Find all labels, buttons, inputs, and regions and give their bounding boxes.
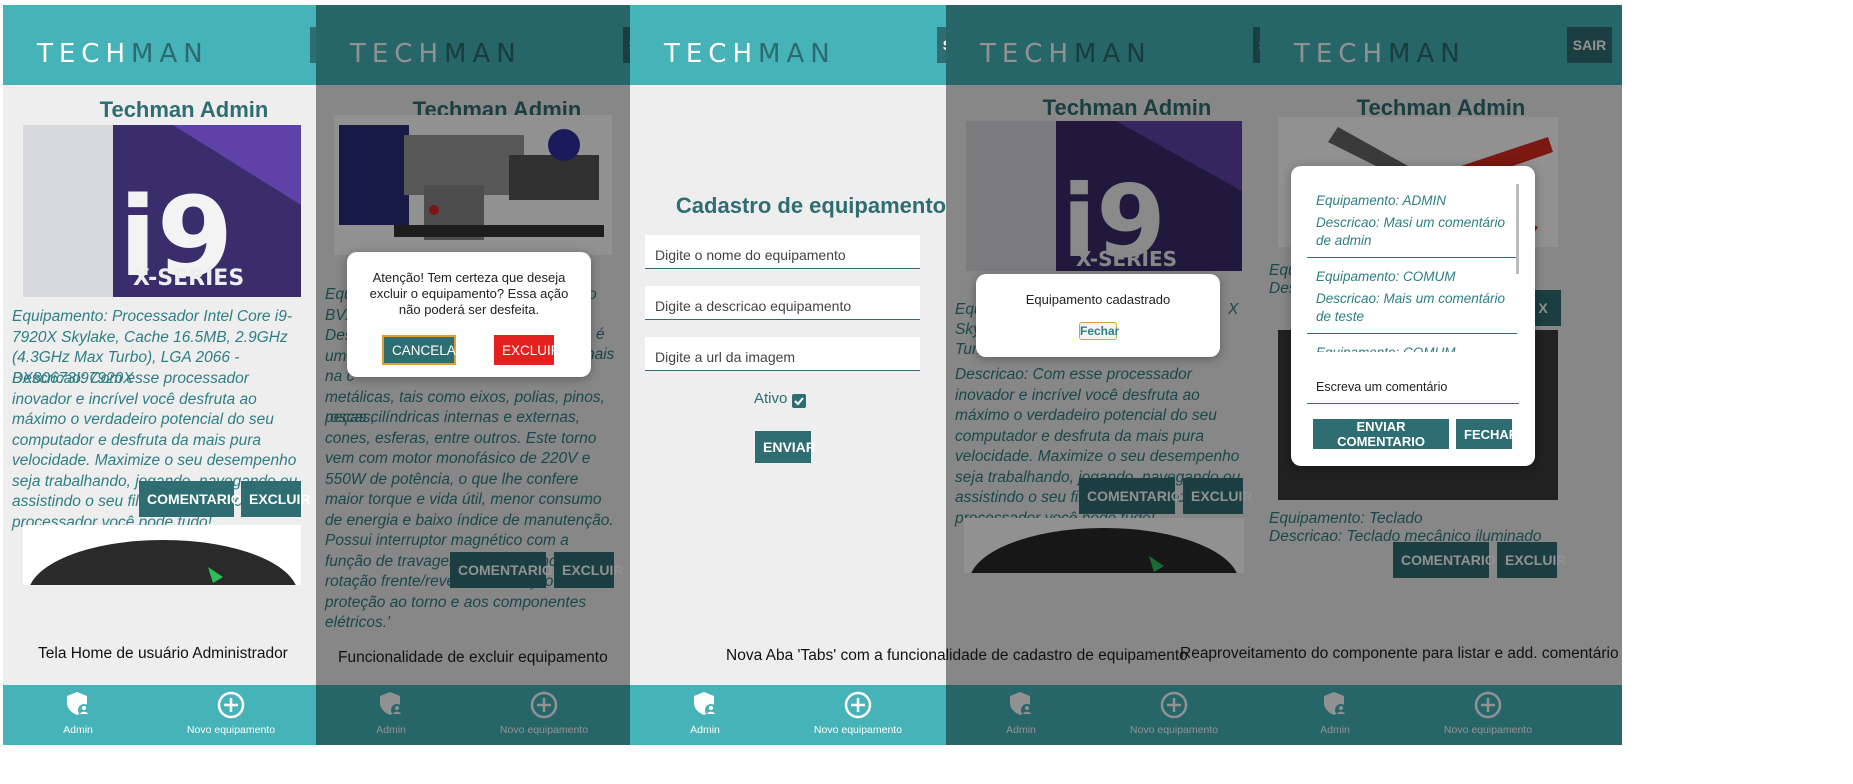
comment-item: Equipamento: COMUM <box>1307 334 1517 352</box>
comment-equip: Equipamento: COMUM <box>1316 269 1456 284</box>
modal-backdrop[interactable] <box>946 5 1308 745</box>
screen-home-admin: TECHMAN SAIR Techman Admin i9 X-SERIES E… <box>3 5 365 745</box>
screen-comentarios: TECHMAN SAIR Techman Admin Equ Desc X Eq… <box>1260 5 1622 745</box>
check-icon <box>794 397 804 406</box>
shield-user-icon <box>67 692 90 716</box>
scrollbar[interactable] <box>1516 184 1519 274</box>
svg-text:X-SERIES: X-SERIES <box>133 266 244 291</box>
form-title: Cadastro de equipamento <box>675 193 947 218</box>
caption-2: Funcionalidade de excluir equipamento <box>338 649 608 666</box>
url-imagem-input[interactable]: Digite a url da imagem <box>645 337 920 371</box>
ativo-checkbox[interactable] <box>792 394 806 408</box>
fechar-button[interactable]: Fechar <box>1079 322 1119 340</box>
screen-cadastrado: TECHMAN SAIR Techman Admin i9 X-SERIES E… <box>946 5 1308 745</box>
fechar-comentarios-button[interactable]: FECHAR <box>1456 419 1518 449</box>
nome-equipamento-input[interactable]: Digite o nome do equipamento <box>645 235 920 269</box>
enviar-comentario-button[interactable]: ENVIAR COMENTARIO <box>1313 419 1449 449</box>
caption-3: Nova Aba 'Tabs' com a funcionalidade de … <box>726 647 1188 664</box>
tab-novo-equipamento[interactable]: Novo equipamento <box>181 685 281 745</box>
tab-bar: Admin Novo equipamento <box>3 685 365 745</box>
screen-excluir: TECHMAN SAIR Techman Admin Equ BV2 Des u… <box>316 5 678 745</box>
equipment-image-cpu: i9 X-SERIES <box>23 125 301 297</box>
descricao-equipamento-input[interactable]: Digite a descricao equipamento <box>645 286 920 320</box>
cadastro-form: Cadastro de equipamento Digite o nome do… <box>630 85 992 685</box>
tab-admin-label: Admin <box>63 724 93 736</box>
comment-equip: Equipamento: COMUM <box>1316 344 1456 352</box>
app-header: TECHMAN SAIR <box>3 5 365 85</box>
tab-bar: Admin Novo equipamento <box>630 685 992 745</box>
tab-novo-label: Novo equipamento <box>186 724 276 736</box>
success-modal: Equipamento cadastrado Fechar <box>976 274 1220 357</box>
success-message: Equipamento cadastrado <box>1025 292 1171 307</box>
caption-1: Tela Home de usuário Administrador <box>38 645 288 662</box>
comentario-input[interactable]: Escreva um comentário <box>1307 368 1519 404</box>
main-content: Techman Admin i9 X-SERIES Equipamento: P… <box>3 85 365 685</box>
ativo-label: Ativo <box>754 390 788 407</box>
tab-admin[interactable]: Admin <box>48 685 108 745</box>
confirm-excluir-button[interactable]: EXCLUIR <box>494 335 561 365</box>
excluir-button[interactable]: EXCLUIR <box>241 481 310 517</box>
comentarios-modal: Equipamento: ADMIN Descricao: Masi um co… <box>1291 166 1535 466</box>
confirm-delete-modal: Atenção! Tem certeza que deseja excluir … <box>347 252 591 377</box>
tab-admin-label: Admin <box>690 724 720 736</box>
techman-logo: TECHMAN <box>664 39 836 69</box>
tab-admin[interactable]: Admin <box>675 685 735 745</box>
add-circle-icon <box>844 691 872 719</box>
caption-4: Reaproveitamento do componente para list… <box>1180 645 1619 662</box>
equipment-image-mouse <box>23 525 301 585</box>
app-header: TECHMAN SAIR <box>630 5 992 85</box>
comment-desc: Descricao: Masi um comentário de admin <box>1316 215 1506 248</box>
add-circle-icon <box>217 691 245 719</box>
techman-logo: TECHMAN <box>37 39 209 69</box>
confirm-message: Atenção! Tem certeza que deseja excluir … <box>369 270 569 317</box>
cancelar-button[interactable]: CANCELAR <box>382 335 466 365</box>
comment-list[interactable]: Equipamento: ADMIN Descricao: Masi um co… <box>1307 182 1519 352</box>
comment-desc: Descricao: Mais um comentário de teste <box>1316 291 1506 324</box>
comment-item: Equipamento: COMUM Descricao: Mais um co… <box>1307 258 1517 334</box>
comment-item: Equipamento: ADMIN Descricao: Masi um co… <box>1307 182 1517 258</box>
screen-cadastro: TECHMAN SAIR Cadastro de equipamento Dig… <box>630 5 992 745</box>
shield-user-icon <box>694 692 717 716</box>
tab-novo-label: Novo equipamento <box>813 724 903 736</box>
comment-equip: Equipamento: ADMIN <box>1316 193 1447 208</box>
enviar-button[interactable]: ENVIAR <box>755 431 816 463</box>
comentarios-button[interactable]: COMENTARIOS <box>139 481 251 517</box>
page-title: Techman Admin <box>99 97 269 122</box>
tab-novo-equipamento[interactable]: Novo equipamento <box>808 685 908 745</box>
